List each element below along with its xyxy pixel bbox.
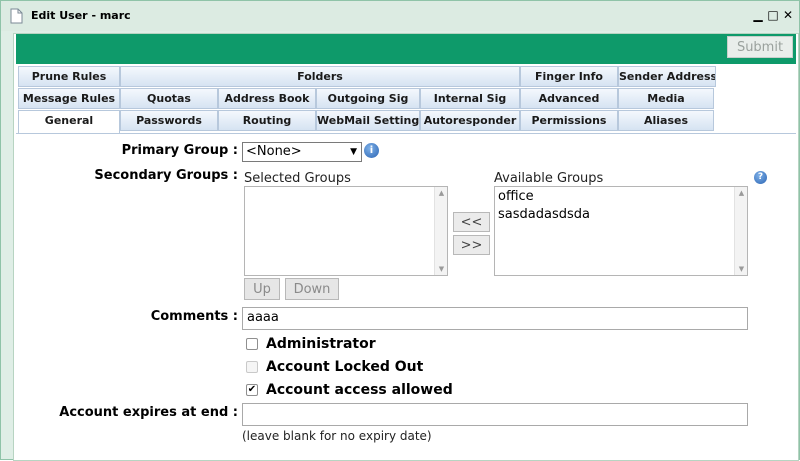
tab-aliases[interactable]: Aliases xyxy=(618,110,714,131)
administrator-label: Administrator xyxy=(266,336,376,352)
tab-passwords[interactable]: Passwords xyxy=(120,110,218,131)
scroll-up-icon[interactable]: ▲ xyxy=(435,189,448,197)
available-groups-list[interactable]: office sasdadasdsda ▲ ▼ xyxy=(494,186,748,276)
tab-outgoing-sig[interactable]: Outgoing Sig xyxy=(316,88,420,109)
info-icon[interactable]: i xyxy=(364,143,379,158)
remove-group-button[interactable]: >> xyxy=(453,235,490,255)
comments-label: Comments : xyxy=(150,309,238,324)
content-panel: Submit Prune Rules Folders Finger Info S… xyxy=(13,33,799,461)
tab-divider xyxy=(16,133,796,134)
scroll-down-icon[interactable]: ▼ xyxy=(735,265,748,273)
available-groups-scrollbar[interactable]: ▲ ▼ xyxy=(734,187,747,275)
tab-finger-info[interactable]: Finger Info xyxy=(520,66,618,87)
tab-permissions[interactable]: Permissions xyxy=(520,110,618,131)
account-expires-input[interactable] xyxy=(242,403,748,426)
add-group-button[interactable]: << xyxy=(453,212,490,232)
list-item[interactable]: office xyxy=(498,189,534,204)
minimize-icon[interactable]: ▁ xyxy=(751,7,765,23)
tab-sender-address[interactable]: Sender Address xyxy=(618,66,716,87)
help-icon[interactable]: ? xyxy=(754,171,767,184)
tab-folders[interactable]: Folders xyxy=(120,66,520,87)
tab-internal-sig[interactable]: Internal Sig xyxy=(420,88,520,109)
edit-user-window: Edit User - marc ▁ □ ✕ Submit Prune Rule… xyxy=(0,0,800,461)
dropdown-arrow-icon: ▼ xyxy=(350,147,357,157)
list-item[interactable]: sasdadasdsda xyxy=(498,207,590,222)
comments-input[interactable]: aaaa xyxy=(242,307,748,330)
tab-general[interactable]: General xyxy=(18,110,120,134)
scroll-up-icon[interactable]: ▲ xyxy=(735,189,748,197)
expiry-hint: (leave blank for no expiry date) xyxy=(242,429,432,443)
account-access-allowed-checkbox[interactable]: ✔ xyxy=(246,384,258,396)
tab-webmail-settings[interactable]: WebMail Settings xyxy=(316,110,420,131)
tab-address-book[interactable]: Address Book xyxy=(218,88,316,109)
submit-button[interactable]: Submit xyxy=(727,36,793,58)
document-icon xyxy=(10,8,23,24)
selected-groups-scrollbar[interactable]: ▲ ▼ xyxy=(434,187,447,275)
account-expires-label: Account expires at end : xyxy=(59,405,238,420)
selected-groups-list[interactable]: ▲ ▼ xyxy=(244,186,448,276)
account-locked-out-label: Account Locked Out xyxy=(266,359,424,375)
tab-routing[interactable]: Routing xyxy=(218,110,316,131)
tab-quotas[interactable]: Quotas xyxy=(120,88,218,109)
window-title: Edit User - marc xyxy=(31,9,131,22)
tab-strip: Prune Rules Folders Finger Info Sender A… xyxy=(16,66,796,134)
tab-prune-rules[interactable]: Prune Rules xyxy=(18,66,120,87)
scroll-down-icon[interactable]: ▼ xyxy=(435,265,448,273)
primary-group-value: <None> xyxy=(246,144,302,159)
close-icon[interactable]: ✕ xyxy=(781,7,795,23)
secondary-groups-label: Secondary Groups : xyxy=(94,168,238,183)
administrator-checkbox[interactable] xyxy=(246,338,258,350)
move-up-button[interactable]: Up xyxy=(244,278,280,300)
account-access-allowed-label: Account access allowed xyxy=(266,382,453,398)
tab-autoresponder[interactable]: Autoresponder xyxy=(420,110,520,131)
title-bar[interactable]: Edit User - marc ▁ □ ✕ xyxy=(1,1,799,31)
available-groups-caption: Available Groups xyxy=(494,171,604,186)
primary-group-label: Primary Group : xyxy=(121,143,238,158)
tab-message-rules[interactable]: Message Rules xyxy=(18,88,120,109)
maximize-icon[interactable]: □ xyxy=(766,7,780,23)
checkmark-icon: ✔ xyxy=(247,384,257,395)
account-locked-out-checkbox[interactable] xyxy=(246,361,258,373)
header-bar: Submit xyxy=(16,34,796,64)
primary-group-select[interactable]: <None> ▼ xyxy=(242,142,362,162)
move-down-button[interactable]: Down xyxy=(285,278,339,300)
selected-groups-caption: Selected Groups xyxy=(244,171,351,186)
tab-media[interactable]: Media xyxy=(618,88,714,109)
tab-advanced[interactable]: Advanced xyxy=(520,88,618,109)
